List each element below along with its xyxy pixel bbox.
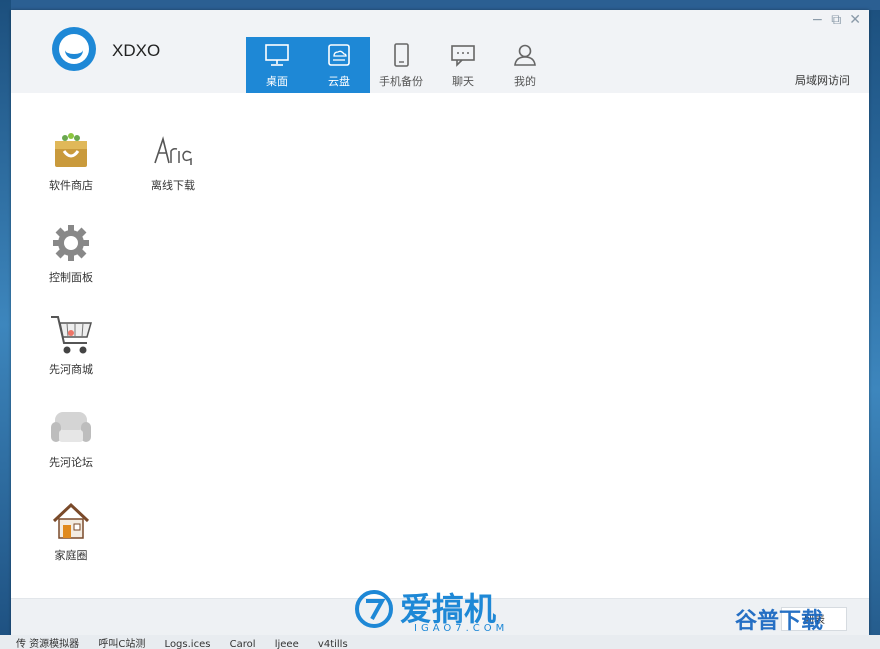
app-software-store[interactable]: 软件商店: [29, 129, 113, 193]
taskbar-item[interactable]: ljeee: [275, 639, 299, 649]
monitor-icon: [265, 44, 289, 66]
app-xianhe-mall[interactable]: 先河商城: [29, 313, 113, 377]
tab-chat[interactable]: 聊天: [432, 37, 494, 93]
taskbar-item[interactable]: Logs.ices: [165, 639, 211, 649]
chat-icon: [451, 45, 475, 67]
header: XDXO 桌面 云盘 手机备份 聊天 我的 − ⧉ ✕ 局域网访问: [11, 10, 869, 93]
shopping-cart-icon: [49, 313, 93, 357]
cloud-drive-icon: [328, 44, 350, 66]
app-label: 离线下载: [151, 179, 195, 192]
desktop-background: [0, 0, 11, 649]
tab-label: 云盘: [328, 75, 350, 88]
watermark-subtext: IGAO7.COM: [414, 623, 509, 634]
brand-name: XDXO: [112, 41, 161, 60]
app-label: 家庭圈: [54, 549, 88, 562]
watermark: 爱搞机 IGAO7.COM: [354, 589, 504, 634]
tab-label: 桌面: [266, 75, 288, 88]
taskbar-strip: 传 资源模拟器 呼叫C站测 Logs.ices Carol ljeee v4ti…: [0, 635, 880, 649]
phone-icon: [394, 43, 409, 67]
minimize-icon[interactable]: −: [812, 12, 824, 28]
tab-label: 手机备份: [379, 75, 423, 88]
taskbar-item[interactable]: v4tills: [318, 639, 348, 649]
tab-label: 我的: [514, 75, 536, 88]
taskbar-item[interactable]: 呼叫C站测: [98, 639, 145, 649]
app-label: 先河论坛: [49, 456, 93, 469]
close-icon[interactable]: ✕: [849, 12, 861, 28]
aria-logo-icon: [151, 129, 195, 173]
app-label: 先河商城: [49, 363, 93, 376]
user-icon: [514, 44, 536, 66]
taskbar-item[interactable]: Carol: [230, 639, 256, 649]
store-bag-icon: [49, 129, 93, 173]
tab-cloud-drive[interactable]: 云盘: [308, 37, 370, 93]
footer-bar: 爱搞机 IGAO7.COM 列表 谷普下载: [11, 590, 869, 635]
tab-desktop[interactable]: 桌面: [246, 37, 308, 93]
tab-label: 聊天: [452, 75, 474, 88]
app-xianhe-forum[interactable]: 先河论坛: [29, 406, 113, 470]
window-controls: − ⧉ ✕: [812, 12, 861, 28]
watermark-logo-icon: [355, 590, 393, 628]
watermark-text: 爱搞机: [400, 590, 497, 628]
app-label: 控制面板: [49, 271, 93, 284]
app-offline-download[interactable]: 离线下载: [131, 129, 215, 193]
restore-icon[interactable]: ⧉: [831, 12, 841, 28]
desktop-area: 软件商店 离线下载 控制面板 先河商城 先河论坛 家庭圈: [11, 93, 869, 599]
lan-access-link[interactable]: 局域网访问: [795, 72, 850, 88]
watermark-right: 谷普下载: [734, 609, 823, 634]
tab-profile[interactable]: 我的: [494, 37, 556, 93]
tab-phone-backup[interactable]: 手机备份: [370, 37, 432, 93]
desktop-top-strip: [11, 0, 880, 10]
app-logo-icon: [52, 27, 96, 71]
app-label: 软件商店: [49, 179, 93, 192]
gear-icon: [49, 221, 93, 265]
house-icon: [49, 499, 93, 543]
app-family-circle[interactable]: 家庭圈: [29, 499, 113, 563]
taskbar-item[interactable]: 传 资源模拟器: [16, 639, 79, 649]
sofa-icon: [49, 406, 93, 450]
nav-tabs: 桌面 云盘 手机备份 聊天 我的: [246, 37, 556, 93]
app-control-panel[interactable]: 控制面板: [29, 221, 113, 285]
app-window: XDXO 桌面 云盘 手机备份 聊天 我的 − ⧉ ✕ 局域网访问 软件商店 离…: [11, 10, 869, 635]
